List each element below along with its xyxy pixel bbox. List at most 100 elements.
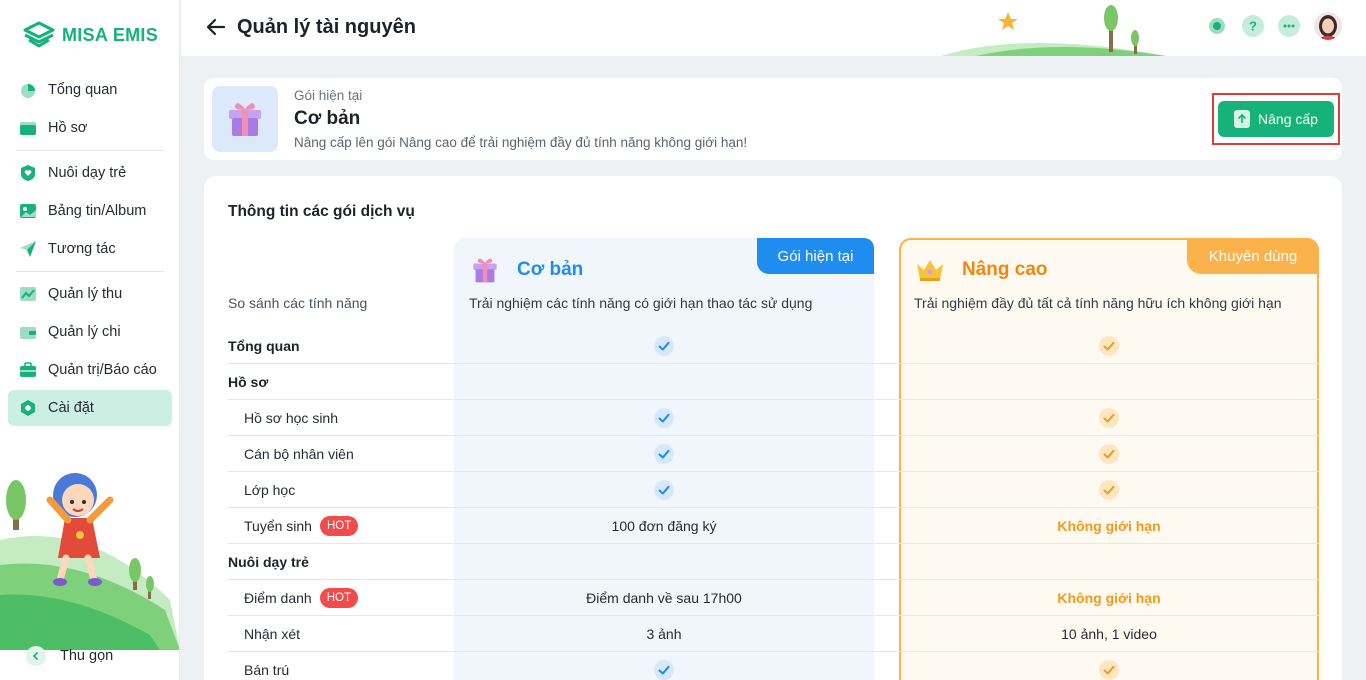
misa-logo-icon xyxy=(22,20,56,50)
hot-badge: HOT xyxy=(319,588,358,608)
sidebar-item-bang-tin[interactable]: Bảng tin/Album xyxy=(8,193,172,229)
current-plan-badge: Gói hiện tại xyxy=(757,238,874,274)
sidebar-item-label: Quản lý chi xyxy=(48,324,121,340)
table-row: Nuôi dạy trẻ xyxy=(228,544,1319,580)
table-row: Nhận xét 3 ảnh 10 ảnh, 1 video xyxy=(228,616,1319,652)
gift-box-icon xyxy=(469,254,501,286)
help-icon[interactable]: ? xyxy=(1242,15,1264,37)
folder-icon xyxy=(18,118,38,138)
image-icon xyxy=(18,201,38,221)
advanced-plan-cell: Không giới hạn xyxy=(899,580,1319,616)
basic-plan-value: 100 đơn đăng ký xyxy=(611,518,717,534)
basic-plan-name: Cơ bản xyxy=(517,259,584,280)
advanced-plan-cell xyxy=(899,436,1319,472)
compare-features-label: So sánh các tính năng xyxy=(228,295,368,311)
sidebar-item-tuong-tac[interactable]: Tương tác xyxy=(8,231,172,267)
sidebar-item-label: Tổng quan xyxy=(48,82,118,98)
basic-plan-cell xyxy=(454,544,874,580)
advanced-plan-cell xyxy=(899,400,1319,436)
check-icon xyxy=(1099,336,1119,356)
sidebar-illustration xyxy=(0,460,179,650)
more-options-icon[interactable] xyxy=(1278,15,1300,37)
advanced-plan-value: Không giới hạn xyxy=(1057,518,1161,534)
sidebar-item-tong-quan[interactable]: Tổng quan xyxy=(8,72,172,108)
plans-comparison-card: Thông tin các gói dịch vụ Gói hiện tại K… xyxy=(204,176,1342,680)
flower-settings-icon[interactable] xyxy=(1206,15,1228,37)
check-icon xyxy=(654,480,674,500)
wallet-icon xyxy=(18,322,38,342)
page-title: Quản lý tài nguyên xyxy=(237,16,416,38)
feature-name-cell: Điểm danh HOT xyxy=(244,580,358,616)
sidebar-item-quan-tri-bao-cao[interactable]: Quản trị/Báo cáo xyxy=(8,352,172,388)
basic-plan-cell xyxy=(454,436,874,472)
basic-plan-cell xyxy=(454,652,874,680)
feature-name-cell: Hồ sơ học sinh xyxy=(244,400,338,436)
check-icon xyxy=(1099,660,1119,680)
svg-text:?: ? xyxy=(1249,19,1257,34)
basic-plan-cell xyxy=(454,472,874,508)
table-row: Tuyển sinh HOT 100 đơn đăng ký Không giới h… xyxy=(228,508,1319,544)
basic-plan-cell xyxy=(454,364,874,400)
settings-hex-icon xyxy=(18,398,38,418)
briefcase-icon xyxy=(18,360,38,380)
sidebar-item-ho-so[interactable]: Hồ sơ xyxy=(8,110,172,146)
app-logo[interactable]: MISA EMIS xyxy=(22,20,158,50)
user-avatar[interactable] xyxy=(1314,12,1342,40)
advanced-plan-cell xyxy=(899,472,1319,508)
sidebar-nav: Tổng quan Hồ sơ Nuôi dạy trẻ Bảng tin/Al… xyxy=(8,72,172,428)
advanced-plan-cell: Không giới hạn xyxy=(899,508,1319,544)
basic-plan-cell xyxy=(454,328,874,364)
advanced-plan-cell xyxy=(899,544,1319,580)
basic-plan-cell: 100 đơn đăng ký xyxy=(454,508,874,544)
basic-plan-value: 3 ảnh xyxy=(646,626,682,642)
sidebar-item-quan-ly-thu[interactable]: Quản lý thu xyxy=(8,276,172,312)
basic-plan-cell: Điểm danh về sau 17h00 xyxy=(454,580,874,616)
sidebar-item-label: Bảng tin/Album xyxy=(48,203,147,219)
sidebar-item-label: Nuôi dạy trẻ xyxy=(48,165,127,181)
basic-plan-description: Trải nghiệm các tính năng có giới hạn th… xyxy=(469,295,813,311)
table-row: Tổng quan xyxy=(228,328,1319,364)
check-icon xyxy=(654,444,674,464)
check-icon xyxy=(1099,480,1119,500)
table-row: Bán trú xyxy=(228,652,1319,680)
feature-rows: Tổng quan Hồ sơ Hồ sơ học sinh Cán bộ nhân … xyxy=(228,328,1319,680)
brand-name: MISA EMIS xyxy=(62,24,159,45)
advanced-plan-cell: 10 ảnh, 1 video xyxy=(899,616,1319,652)
collapse-sidebar-button[interactable]: Thu gọn xyxy=(26,646,113,666)
sidebar-item-cai-dat[interactable]: Cài đặt xyxy=(8,390,172,426)
feature-name-cell: Nuôi dạy trẻ xyxy=(228,544,309,580)
feature-name: Tổng quan xyxy=(228,338,300,354)
feature-name: Cán bộ nhân viên xyxy=(244,446,354,462)
feature-name-cell: Hồ sơ xyxy=(228,364,268,400)
check-icon xyxy=(654,336,674,356)
basic-plan-cell xyxy=(454,400,874,436)
section-title: Thông tin các gói dịch vụ xyxy=(228,203,415,220)
feature-name-cell: Tuyển sinh HOT xyxy=(244,508,359,544)
back-arrow-icon[interactable] xyxy=(205,16,227,38)
gift-box-icon xyxy=(212,86,278,152)
feature-name-cell: Cán bộ nhân viên xyxy=(244,436,354,472)
sidebar-item-label: Quản lý thu xyxy=(48,286,123,302)
feature-name-cell: Tổng quan xyxy=(228,328,300,364)
advanced-plan-value: Không giới hạn xyxy=(1057,590,1161,606)
feature-name: Lớp học xyxy=(244,482,296,498)
table-row: Hồ sơ xyxy=(228,364,1319,400)
feature-name: Hồ sơ xyxy=(228,374,269,390)
sidebar-item-nuoi-day-tre[interactable]: Nuôi dạy trẻ xyxy=(8,155,172,191)
chart-line-icon xyxy=(18,284,38,304)
sidebar: MISA EMIS Tổng quan Hồ sơ Nuôi dạy trẻ B… xyxy=(0,0,180,680)
table-row: Lớp học xyxy=(228,472,1319,508)
header-illustration xyxy=(936,0,1176,56)
header-actions: ? xyxy=(1206,12,1342,40)
table-row: Hồ sơ học sinh xyxy=(228,400,1319,436)
advanced-plan-description: Trải nghiệm đầy đủ tất cả tính năng hữu … xyxy=(914,295,1282,311)
top-header: Quản lý tài nguyên ? xyxy=(181,0,1366,56)
basic-plan-value: Điểm danh về sau 17h00 xyxy=(586,590,742,606)
recommended-badge: Khuyên dùng xyxy=(1187,238,1319,274)
feature-name-cell: Bán trú xyxy=(244,652,289,680)
hot-badge: HOT xyxy=(319,516,359,536)
paper-plane-icon xyxy=(18,239,38,259)
sidebar-item-quan-ly-chi[interactable]: Quản lý chi xyxy=(8,314,172,350)
feature-name: Nuôi dạy trẻ xyxy=(228,554,309,570)
upgrade-button[interactable]: Nâng cấp xyxy=(1218,101,1334,137)
